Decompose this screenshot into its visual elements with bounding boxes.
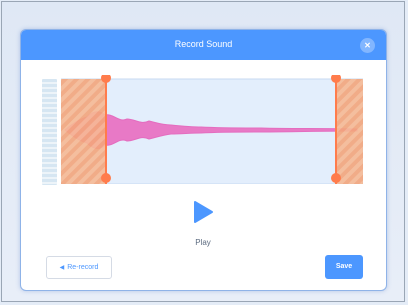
close-button[interactable]: ✕ (360, 38, 375, 53)
trimmed-region-end (336, 79, 363, 184)
waveform-editor (41, 75, 365, 185)
dialog-header: Record Sound ✕ (21, 30, 386, 60)
close-icon[interactable]: ✕ (364, 41, 371, 50)
play-icon[interactable] (191, 200, 215, 224)
rerecord-button[interactable]: ◀ Re-record (46, 256, 112, 279)
waveform-canvas (61, 75, 363, 184)
play-label: Play (195, 238, 211, 247)
rerecord-label: Re-record (67, 264, 99, 271)
trimmed-region-start (61, 79, 106, 184)
record-sound-dialog: Record Sound ✕ Play ◀ Re-record Save (20, 29, 387, 291)
play-button[interactable] (191, 200, 215, 224)
input-level-meter (42, 79, 57, 185)
dialog-title: Record Sound (174, 39, 233, 49)
save-button[interactable]: Save (325, 255, 363, 279)
undo-arrow-icon: ◀ (59, 265, 65, 271)
